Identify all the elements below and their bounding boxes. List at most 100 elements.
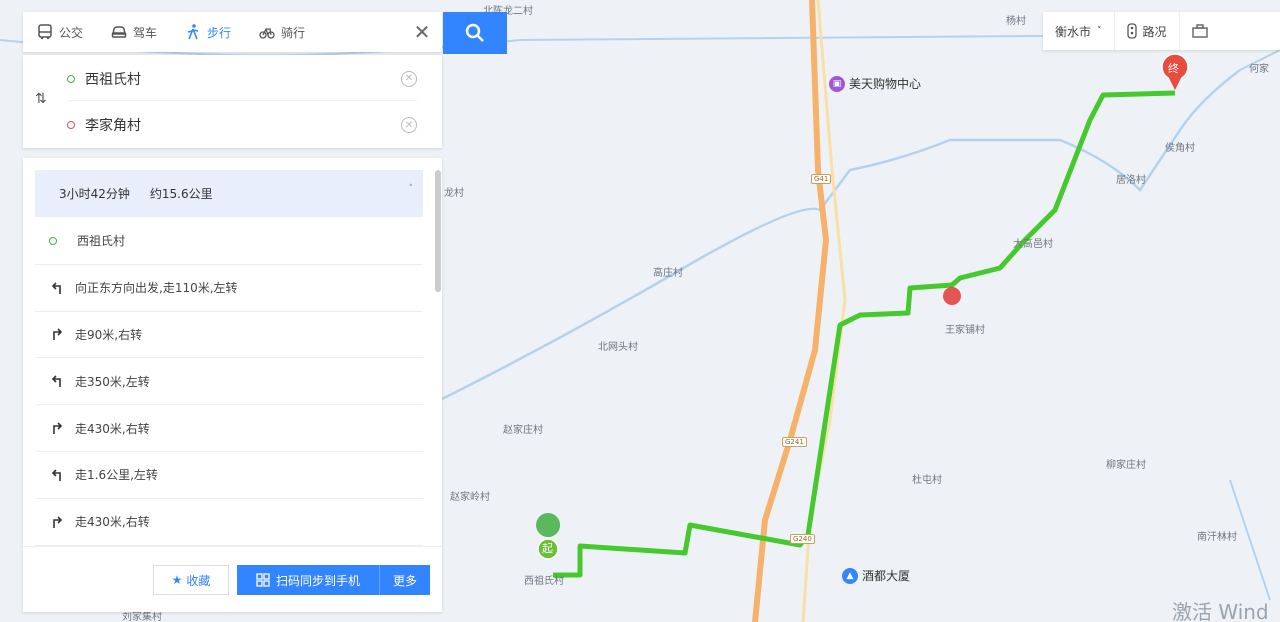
- city-selector[interactable]: 衡水市 ˅: [1043, 12, 1115, 50]
- poi-label: 酒都大厦: [862, 569, 911, 583]
- steps-scrollbar[interactable]: [435, 170, 441, 292]
- route-duration: 3小时42分钟: [59, 187, 130, 201]
- city-label: 衡水市: [1055, 24, 1092, 39]
- search-button[interactable]: [443, 12, 507, 54]
- poi-mall[interactable]: ▣ 美天购物中心: [829, 75, 921, 92]
- tab-bike[interactable]: 骑行: [245, 12, 319, 52]
- car-icon: [111, 26, 127, 38]
- chevron-down-icon: ˅: [1097, 26, 1102, 36]
- route-steps-panel: 3小时42分钟 约15.6公里 ˄ 西祖氏村 向正东方向出发,走110米,左转 …: [23, 158, 442, 612]
- end-field[interactable]: 李家角村 ✕: [67, 103, 417, 147]
- step-item[interactable]: 走430米,右转: [35, 499, 423, 546]
- road-shield: G41: [811, 174, 832, 184]
- end-value[interactable]: 李家角村: [85, 115, 401, 135]
- clear-icon[interactable]: ✕: [401, 70, 417, 87]
- bike-icon: [259, 28, 275, 39]
- map-label: 北网头村: [598, 342, 638, 353]
- sync-to-phone-button[interactable]: 扫码同步到手机: [237, 565, 380, 595]
- tab-label: 骑行: [281, 25, 306, 40]
- search-icon: [465, 23, 484, 42]
- step-item[interactable]: 走1.6公里,左转: [35, 452, 423, 499]
- turn-left-icon: [51, 469, 61, 481]
- end-marker-label: 终: [1168, 62, 1179, 75]
- start-dot-icon: [49, 236, 57, 245]
- close-button[interactable]: ✕: [402, 12, 442, 52]
- toolbox-icon: [1191, 24, 1208, 38]
- bus-icon: [38, 24, 52, 40]
- map-label: 侯角村: [1165, 143, 1195, 154]
- tab-label: 公交: [59, 25, 84, 40]
- step-text: 西祖氏村: [77, 234, 126, 249]
- route-summary[interactable]: 3小时42分钟 约15.6公里 ˄: [35, 170, 423, 217]
- step-text: 走430米,右转: [75, 515, 150, 530]
- route-distance: 约15.6公里: [149, 187, 213, 201]
- step-item[interactable]: 走90米,右转: [35, 312, 423, 359]
- turn-left-icon: [51, 282, 61, 294]
- tab-bus[interactable]: 公交: [23, 12, 97, 52]
- start-value[interactable]: 西祖氏村: [85, 69, 401, 89]
- turn-right-icon: [53, 422, 63, 435]
- map-label: 高庄村: [653, 268, 683, 279]
- travel-mode-tabs: 公交 驾车 步行 骑行 ✕: [23, 12, 442, 52]
- map-label: 何家: [1249, 64, 1269, 75]
- chevron-up-icon[interactable]: ˄: [409, 184, 414, 194]
- traffic-toggle[interactable]: 路况: [1115, 12, 1180, 50]
- traffic-label: 路况: [1142, 24, 1167, 39]
- step-text: 向正东方向出发,走110米,左转: [75, 281, 238, 296]
- road-shield: G240: [790, 534, 815, 544]
- step-item[interactable]: 走350米,左转: [35, 358, 423, 406]
- tab-walk[interactable]: 步行: [171, 12, 245, 52]
- swap-icon[interactable]: ⇅: [35, 91, 47, 107]
- activation-watermark: 激活 Wind: [1172, 600, 1269, 622]
- map-label: 柳家庄村: [1106, 460, 1146, 471]
- step-item[interactable]: 向正东方向出发,走110米,左转: [35, 265, 423, 312]
- qr-code-icon: [256, 573, 270, 587]
- step-text: 走350米,左转: [75, 374, 150, 389]
- map-toolbar: 衡水市 ˅ 路况: [1043, 12, 1280, 50]
- map-label: 杨村: [1006, 16, 1026, 27]
- end-dot-icon: [67, 121, 75, 129]
- step-item[interactable]: 西祖氏村: [35, 218, 423, 265]
- map-label: 赵家岭村: [450, 492, 490, 503]
- traffic-blob: [943, 287, 961, 305]
- step-text: 走430米,右转: [75, 421, 150, 436]
- star-icon: ★: [171, 573, 183, 587]
- favorite-button[interactable]: ★ 收藏: [153, 565, 229, 595]
- map-label: 西祖氏村: [524, 576, 564, 587]
- map-label: 南汗林村: [1197, 532, 1237, 543]
- highway-main: [752, 0, 830, 622]
- map-label: 居洛村: [1116, 175, 1146, 186]
- sync-label: 扫码同步到手机: [275, 573, 360, 588]
- steps-list: 西祖氏村 向正东方向出发,走110米,左转 走90米,右转 走350米,左转 走…: [35, 218, 423, 546]
- tab-label: 步行: [207, 25, 232, 40]
- start-dot-icon: [67, 74, 75, 83]
- route-input-box: ⇅ 西祖氏村 ✕ 李家角村 ✕: [23, 55, 442, 148]
- walk-route-line: [553, 90, 1176, 578]
- step-text: 走90米,右转: [75, 327, 143, 342]
- tab-car[interactable]: 驾车: [97, 12, 171, 52]
- map-label: 大高邑村: [1013, 239, 1053, 250]
- start-field[interactable]: 西祖氏村 ✕: [67, 57, 417, 101]
- start-marker-label: 起: [542, 542, 553, 555]
- clear-icon[interactable]: ✕: [401, 117, 417, 133]
- turn-right-icon: [53, 516, 63, 528]
- map-label: 龙村: [444, 188, 464, 199]
- traffic-light-icon: [1126, 23, 1137, 39]
- close-icon: ✕: [413, 20, 431, 44]
- turn-right-icon: [53, 328, 63, 341]
- poi-hotel[interactable]: ▲ 酒都大厦: [842, 567, 910, 584]
- map-label: 王家铺村: [945, 325, 985, 336]
- more-label: 更多: [392, 573, 417, 588]
- shopping-bag-icon: ▣: [829, 75, 845, 92]
- map-label: 杜屯村: [912, 475, 942, 486]
- more-button[interactable]: 更多: [380, 565, 430, 595]
- toolbox-button[interactable]: [1180, 12, 1220, 50]
- poi-label: 美天购物中心: [849, 77, 922, 91]
- map-label: 赵家庄村: [503, 425, 543, 436]
- hotel-icon: ▲: [842, 567, 858, 584]
- step-item[interactable]: 走430米,右转: [35, 405, 423, 452]
- turn-left-icon: [51, 375, 61, 388]
- favorite-label: 收藏: [186, 573, 211, 588]
- panel-footer: ★ 收藏 扫码同步到手机 更多: [23, 546, 442, 612]
- road-shield: G241: [782, 437, 807, 447]
